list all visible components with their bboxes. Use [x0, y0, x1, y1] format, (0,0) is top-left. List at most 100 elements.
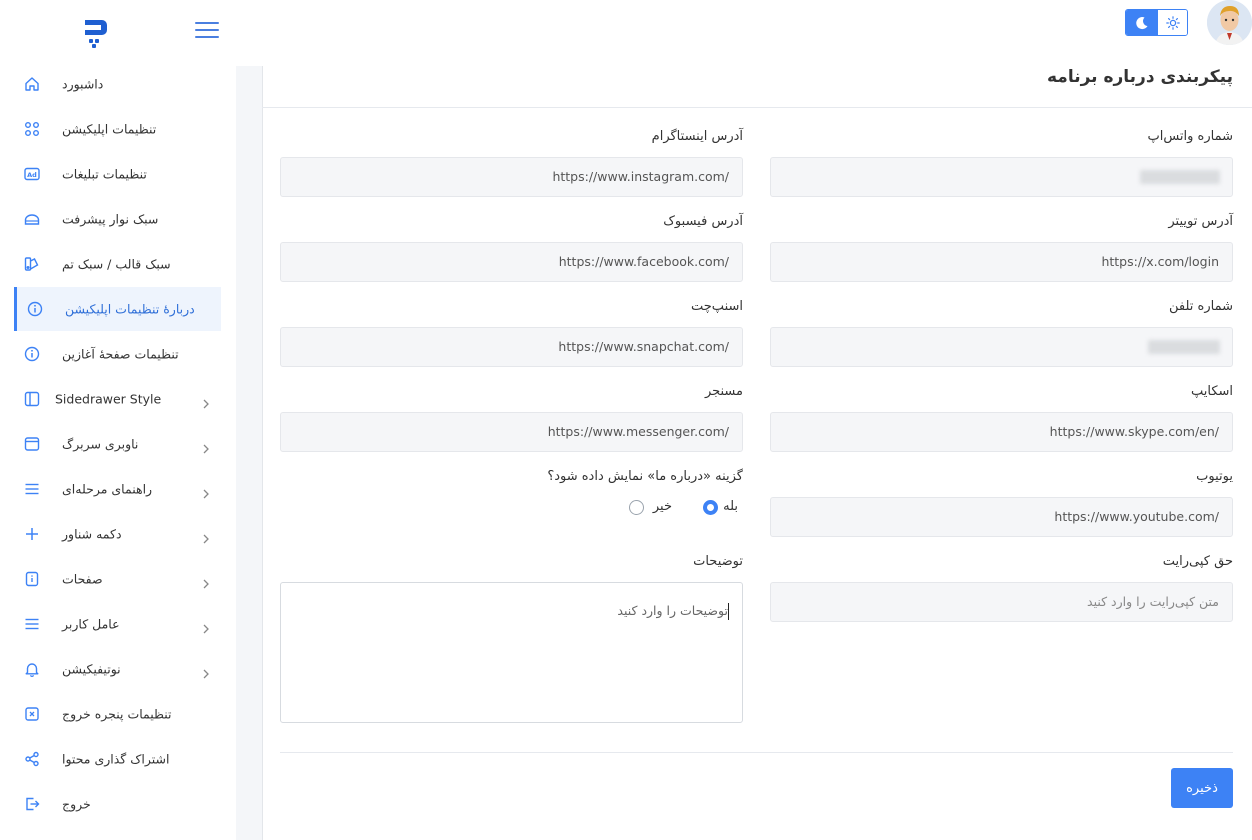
sidebar-item-label: دکمه شناور — [62, 526, 122, 542]
chevron-right-icon — [201, 619, 211, 634]
sidebar-item-label: سبک قالب / سبک تم — [62, 256, 171, 272]
snapchat-label: اسنپ‌چت — [691, 299, 743, 314]
sidebar-item-dashboard[interactable]: داشبورد — [14, 62, 221, 106]
sidebar-item-label: سبک نوار پیشرفت — [62, 211, 159, 227]
description-label: توضیحات — [693, 554, 743, 569]
sidebar-icon — [24, 391, 40, 407]
instagram-field[interactable]: https://www.instagram.com/ — [280, 157, 743, 197]
logout-icon — [24, 796, 40, 812]
sidebar-item-label: ناوبری سربرگ — [62, 436, 139, 452]
phone-field[interactable] — [770, 327, 1233, 367]
sidebar-item-floating-button[interactable]: دکمه شناور — [14, 512, 221, 556]
sidebar-item-label: خروج — [62, 796, 91, 812]
chevron-right-icon — [201, 574, 211, 589]
plus-icon — [24, 526, 40, 542]
ad-icon: Ad — [24, 166, 40, 182]
chevron-right-icon — [201, 529, 211, 544]
facebook-field[interactable]: https://www.facebook.com/ — [280, 242, 743, 282]
chevron-right-icon — [201, 484, 211, 499]
sidebar-item-notification[interactable]: نوتیفیکیشن — [14, 647, 221, 691]
sidebar-item-label: نوتیفیکیشن — [62, 661, 121, 677]
radio-no[interactable] — [629, 500, 644, 515]
save-button[interactable]: ذخیره — [1171, 768, 1233, 808]
copyright-field[interactable]: متن کپی‌رایت را وارد کنید — [770, 582, 1233, 622]
twitter-field[interactable]: https://x.com/login — [770, 242, 1233, 282]
text-caret — [728, 603, 729, 620]
top-bar — [0, 0, 1252, 66]
sun-icon[interactable] — [1158, 10, 1187, 35]
sidebar-item-app-settings[interactable]: تنظیمات اپلیکیشن — [14, 107, 221, 151]
sidebar-item-label: دربارهٔ تنظیمات اپلیکیشن — [65, 301, 195, 317]
whatsapp-field[interactable] — [770, 157, 1233, 197]
sidebar-item-ads-settings[interactable]: Ad تنظیمات تبلیغات — [14, 152, 221, 196]
sidebar-item-label: داشبورد — [62, 76, 104, 92]
theme-toggle[interactable] — [1125, 9, 1188, 36]
sidebar-item-label: تنظیمات اپلیکیشن — [62, 121, 157, 137]
page-icon — [24, 571, 40, 587]
facebook-label: آدرس فیسبوک — [663, 214, 743, 229]
sidebar-item-logout[interactable]: خروج — [14, 782, 221, 826]
bell-icon — [24, 661, 40, 677]
sidebar-item-splash-settings[interactable]: تنظیمات صفحهٔ آغازین — [14, 332, 221, 376]
sidebar-item-step-guide[interactable]: راهنمای مرحله‌ای — [14, 467, 221, 511]
whatsapp-label: شماره واتس‌اپ — [1147, 129, 1233, 144]
show-about-radio-group: بله خیر — [628, 497, 738, 519]
grid-icon — [24, 121, 40, 137]
youtube-label: یوتیوب — [1196, 469, 1233, 484]
messenger-label: مسنجر — [704, 384, 743, 399]
card-header: پیکربندی درباره برنامه — [262, 66, 1252, 108]
info-icon — [27, 301, 43, 317]
palette-icon — [24, 256, 40, 272]
avatar[interactable] — [1207, 0, 1252, 45]
redacted-value — [1148, 340, 1220, 354]
sidebar-item-label: Sidedrawer Style — [55, 391, 162, 407]
app-logo[interactable] — [80, 14, 110, 50]
sidebar-item-label: تنظیمات پنجره خروج — [62, 706, 172, 722]
sidebar-item-user-agent[interactable]: عامل کاربر — [14, 602, 221, 646]
chevron-right-icon — [201, 664, 211, 679]
window-icon — [24, 436, 40, 452]
form-divider — [280, 752, 1233, 753]
share-icon — [24, 751, 40, 767]
sidebar-item-label: تنظیمات صفحهٔ آغازین — [62, 346, 179, 362]
sidebar-item-sidedrawer-style[interactable]: Sidedrawer Style — [14, 377, 221, 421]
list-icon — [24, 616, 40, 632]
sidebar-item-theme-style[interactable]: سبک قالب / سبک تم — [14, 242, 221, 286]
snapchat-field[interactable]: https://www.snapchat.com/ — [280, 327, 743, 367]
sidebar-item-content-sharing[interactable]: اشتراک گذاری محتوا — [14, 737, 221, 781]
sidebar: داشبورد تنظیمات اپلیکیشن Ad تنظیمات تبلی… — [0, 62, 236, 840]
twitter-label: آدرس توییتر — [1168, 214, 1233, 229]
sidebar-item-header-navigation[interactable]: ناوبری سربرگ — [14, 422, 221, 466]
svg-text:Ad: Ad — [27, 171, 37, 179]
description-textarea[interactable]: توضیحات را وارد کنید — [280, 582, 743, 723]
chevron-right-icon — [201, 439, 211, 454]
messenger-field[interactable]: https://www.messenger.com/ — [280, 412, 743, 452]
sidebar-item-exit-window-settings[interactable]: تنظیمات پنجره خروج — [14, 692, 221, 736]
phone-label: شماره تلفن — [1169, 299, 1233, 314]
content-gutter — [236, 66, 262, 840]
show-about-question: گزینه «درباره ما» نمایش داده شود؟ — [547, 469, 743, 484]
sidebar-item-label: راهنمای مرحله‌ای — [62, 481, 153, 497]
skype-label: اسکایپ — [1190, 384, 1233, 399]
sidebar-item-label: تنظیمات تبلیغات — [62, 166, 147, 182]
exit-window-icon — [24, 706, 40, 722]
sidebar-item-label: صفحات — [62, 571, 103, 587]
radio-yes[interactable] — [703, 500, 718, 515]
moon-icon[interactable] — [1126, 10, 1158, 35]
youtube-field[interactable]: https://www.youtube.com/ — [770, 497, 1233, 537]
description-placeholder: توضیحات را وارد کنید — [617, 603, 728, 618]
sidebar-item-label: اشتراک گذاری محتوا — [62, 751, 170, 767]
skype-field[interactable]: https://www.skype.com/en/ — [770, 412, 1233, 452]
hamburger-menu-icon[interactable] — [195, 22, 219, 42]
info-icon — [24, 346, 40, 362]
sidebar-item-label: عامل کاربر — [62, 616, 120, 632]
sidebar-item-pages[interactable]: صفحات — [14, 557, 221, 601]
home-icon — [24, 76, 40, 92]
instagram-label: آدرس اینستاگرام — [651, 129, 743, 144]
copyright-label: حق کپی‌رایت — [1162, 554, 1233, 569]
sidebar-item-progress-style[interactable]: سبک نوار پیشرفت — [14, 197, 221, 241]
radio-yes-label[interactable]: بله — [723, 499, 738, 514]
redacted-value — [1140, 170, 1220, 184]
sidebar-item-about-settings[interactable]: دربارهٔ تنظیمات اپلیکیشن — [14, 287, 221, 331]
radio-no-label[interactable]: خیر — [653, 499, 672, 514]
